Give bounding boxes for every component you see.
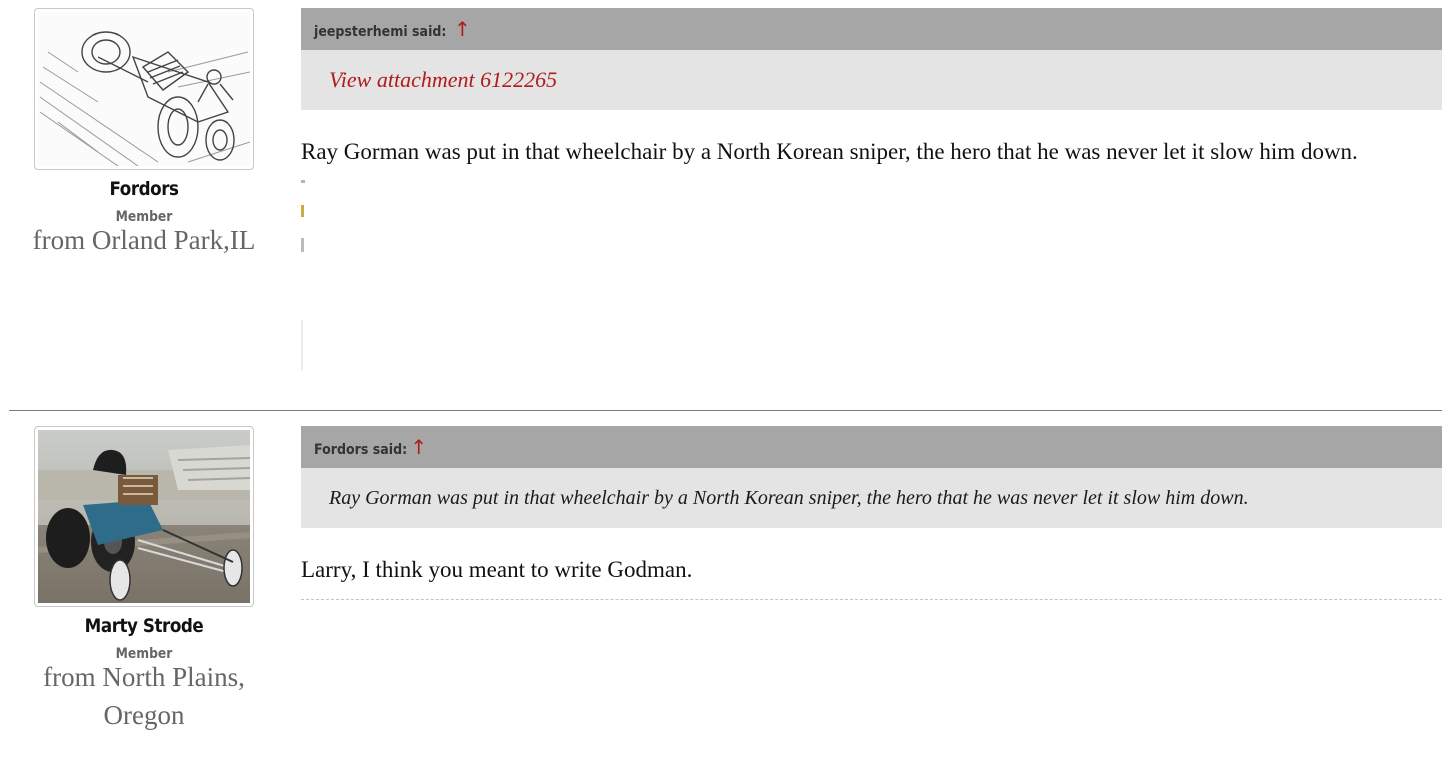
user-location: from North Plains, Oregon bbox=[43, 662, 245, 730]
user-title: Member bbox=[115, 209, 173, 225]
clipped-content-fragment bbox=[301, 180, 305, 183]
quote-header: Fordors said: ↑ bbox=[301, 426, 1442, 468]
username[interactable]: Marty Strode bbox=[25, 615, 263, 637]
view-attachment-link[interactable]: View attachment 6122265 bbox=[329, 67, 557, 92]
user-title: Member bbox=[115, 646, 173, 662]
jump-to-quote-arrow-icon[interactable]: ↑ bbox=[454, 17, 471, 41]
message-text: Larry, I think you meant to write Godman… bbox=[301, 557, 693, 582]
post-content: jeepsterhemi said: ↑ View attachment 612… bbox=[301, 8, 1442, 165]
clipped-content-fragment bbox=[301, 205, 304, 217]
quote-body: View attachment 6122265 bbox=[301, 50, 1442, 110]
quote-header: jeepsterhemi said: ↑ bbox=[301, 8, 1442, 50]
message-text: Ray Gorman was put in that wheelchair by… bbox=[301, 139, 1358, 164]
quote-body: Ray Gorman was put in that wheelchair by… bbox=[301, 468, 1442, 528]
signature-divider bbox=[301, 599, 1442, 600]
post-divider bbox=[9, 410, 1442, 411]
post: Marty Strode Member from North Plains, O… bbox=[0, 412, 1450, 758]
username[interactable]: Fordors bbox=[25, 178, 263, 200]
clipped-content-fragment bbox=[301, 238, 304, 252]
clipped-content-fragment bbox=[301, 320, 303, 370]
post-content: Fordors said: ↑ Ray Gorman was put in th… bbox=[301, 426, 1442, 583]
jump-to-quote-arrow-icon[interactable]: ↑ bbox=[410, 435, 427, 459]
race-car-sketch-icon bbox=[38, 12, 250, 166]
user-info: Marty Strode Member from North Plains, O… bbox=[9, 426, 279, 734]
dragster-photo-icon bbox=[38, 430, 250, 603]
avatar[interactable] bbox=[34, 426, 254, 607]
user-location: from Orland Park,IL bbox=[32, 225, 256, 255]
quote-attribution: Fordors said: bbox=[314, 442, 408, 458]
quote-attribution: jeepsterhemi said: bbox=[314, 24, 447, 40]
avatar[interactable] bbox=[34, 8, 254, 170]
user-info: Fordors Member from Orland Park,IL bbox=[9, 8, 279, 259]
post: Fordors Member from Orland Park,IL jeeps… bbox=[0, 0, 1450, 410]
